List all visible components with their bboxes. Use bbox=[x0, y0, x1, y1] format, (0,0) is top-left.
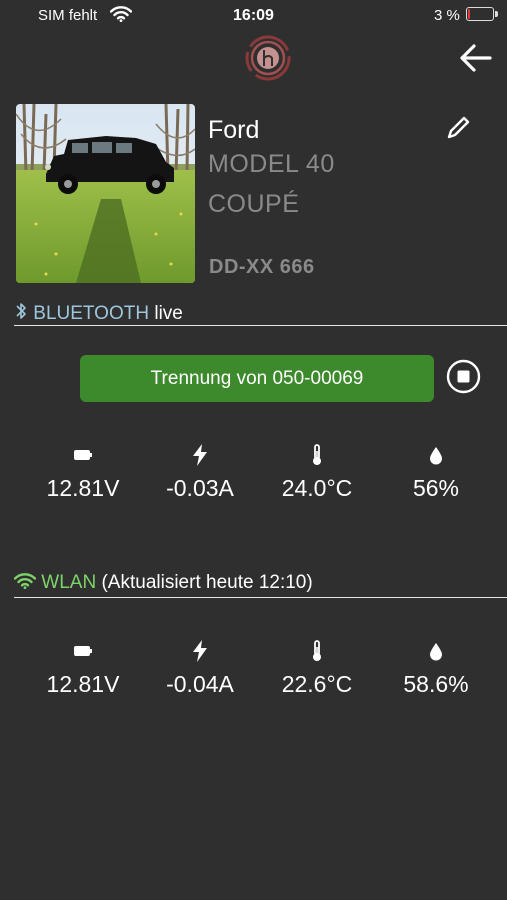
wlan-label: WLAN bbox=[41, 572, 97, 593]
battery-level bbox=[468, 9, 470, 19]
thermometer-icon bbox=[313, 444, 321, 465]
lightning-icon bbox=[193, 444, 207, 466]
wlan-metrics: 12.81V -0.04A 22.6°C 58.6% bbox=[0, 639, 507, 699]
bluetooth-section-header: BLUETOOTH live bbox=[14, 301, 183, 325]
wlan-updated: (Aktualisiert heute 12:10) bbox=[101, 572, 313, 593]
current-value: -0.04A bbox=[166, 671, 234, 697]
wlan-section-header: WLAN (Aktualisiert heute 12:10) bbox=[13, 572, 313, 594]
bluetooth-divider bbox=[14, 325, 507, 326]
clock: 16:09 bbox=[233, 7, 274, 24]
temperature-value: 22.6°C bbox=[281, 671, 353, 697]
bluetooth-temperature: 24.0°C bbox=[262, 443, 372, 502]
wlan-humidity: 58.6% bbox=[381, 639, 491, 698]
vehicle-model: MODEL 40 bbox=[208, 150, 335, 178]
vehicle-make: Ford bbox=[208, 116, 260, 144]
disconnect-button[interactable]: Trennung von 050-00069 bbox=[80, 355, 434, 402]
water-drop-icon bbox=[430, 447, 442, 465]
lightning-icon bbox=[193, 640, 207, 662]
bluetooth-voltage: 12.81V bbox=[28, 443, 138, 502]
temperature-value: 24.0°C bbox=[281, 475, 353, 501]
bluetooth-current: -0.03A bbox=[145, 443, 255, 502]
battery-icon bbox=[74, 646, 92, 656]
bluetooth-state: live bbox=[154, 303, 183, 324]
water-drop-icon bbox=[430, 643, 442, 661]
voltage-value: 12.81V bbox=[46, 475, 120, 501]
wlan-temperature: 22.6°C bbox=[262, 639, 372, 698]
back-button[interactable] bbox=[458, 40, 494, 76]
stop-button[interactable] bbox=[446, 359, 481, 394]
battery-icon bbox=[74, 450, 92, 460]
wlan-current: -0.04A bbox=[145, 639, 255, 698]
bluetooth-metrics: 12.81V -0.03A 24.0°C 56% bbox=[0, 443, 507, 503]
edit-vehicle-button[interactable] bbox=[444, 114, 472, 142]
wifi-icon bbox=[13, 573, 37, 589]
bluetooth-humidity: 56% bbox=[381, 443, 491, 502]
voltage-value: 12.81V bbox=[46, 671, 120, 697]
vehicle-body-type: COUPÉ bbox=[208, 190, 300, 218]
wlan-voltage: 12.81V bbox=[28, 639, 138, 698]
bluetooth-label: BLUETOOTH bbox=[33, 303, 150, 324]
battery-percent: 3 % bbox=[434, 7, 460, 24]
status-bar: SIM fehlt 16:09 3 % bbox=[0, 0, 507, 30]
humidity-value: 58.6% bbox=[403, 671, 469, 697]
brand-logo-icon bbox=[245, 35, 291, 81]
battery-icon bbox=[466, 7, 498, 21]
bluetooth-icon bbox=[16, 303, 26, 319]
license-plate: DD-XX 666 bbox=[209, 256, 315, 278]
vehicle-photo bbox=[16, 104, 195, 283]
wlan-divider bbox=[14, 597, 507, 598]
humidity-value: 56% bbox=[412, 475, 460, 501]
thermometer-icon bbox=[313, 640, 321, 661]
current-value: -0.03A bbox=[166, 475, 234, 501]
